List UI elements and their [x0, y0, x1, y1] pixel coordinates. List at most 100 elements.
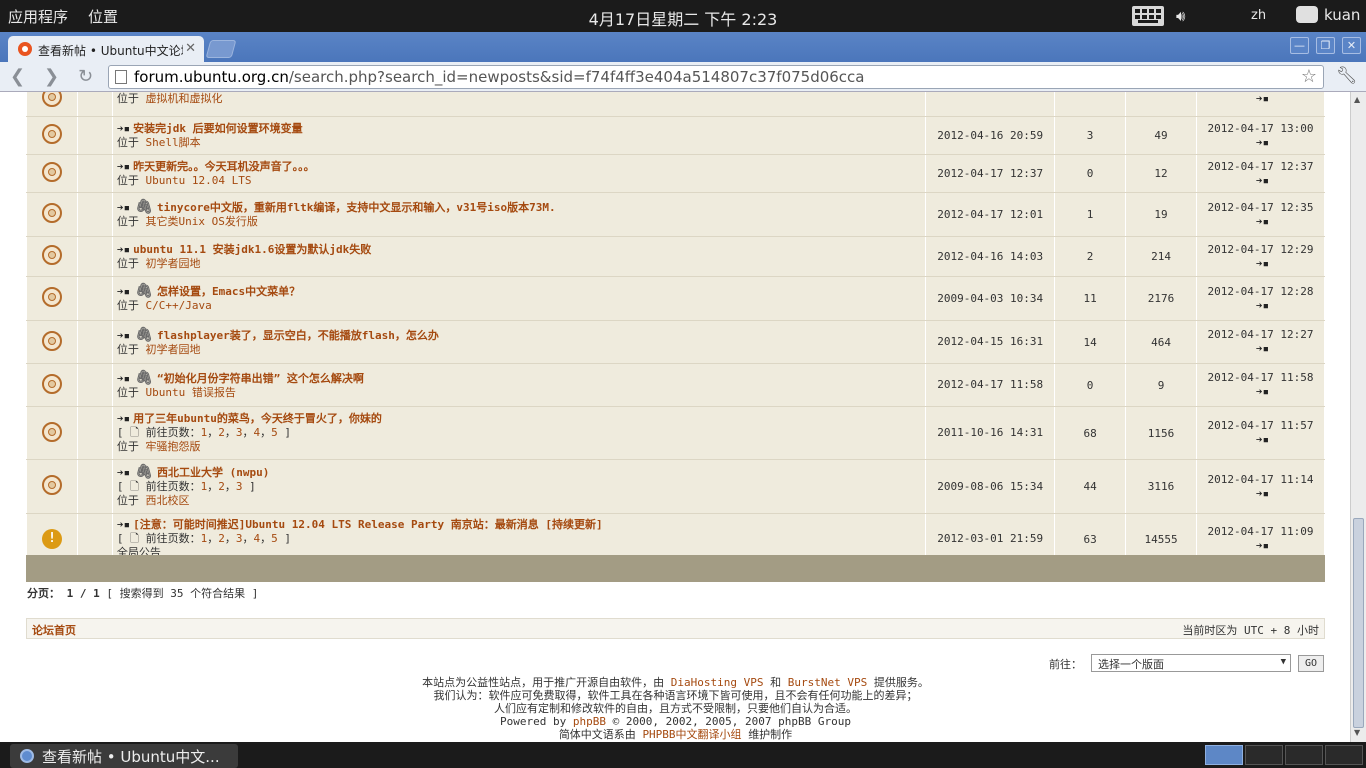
wrench-icon[interactable]: 🔧︎	[1336, 66, 1358, 86]
forum-link[interactable]: 虚拟机和虚拟化	[146, 92, 223, 105]
topic-title-link[interactable]: ubuntu 11.1 安装jdk1.6设置为默认jdk失败	[133, 243, 371, 256]
newest-post-icon[interactable]: ➔▪	[117, 412, 130, 425]
page-link[interactable]: 1	[201, 480, 208, 493]
forum-link[interactable]: 西北校区	[146, 494, 190, 507]
last-post-arrow-icon[interactable]: ➔▪	[1256, 136, 1269, 149]
newest-post-icon[interactable]: ➔▪	[117, 285, 130, 298]
last-post-arrow-icon[interactable]: ➔▪	[1256, 342, 1269, 355]
last-post-arrow-icon[interactable]: ➔▪	[1256, 433, 1269, 446]
new-tab-button[interactable]	[205, 40, 237, 58]
workspace-2[interactable]	[1245, 745, 1283, 765]
newest-post-icon[interactable]: ➔▪	[117, 201, 130, 214]
minimize-icon[interactable]: —	[1290, 37, 1309, 54]
replies-count	[1054, 92, 1127, 117]
last-post-arrow-icon[interactable]: ➔▪	[1256, 299, 1269, 312]
workspace-3[interactable]	[1285, 745, 1323, 765]
page-link[interactable]: 1	[201, 532, 208, 545]
page-link[interactable]: 3	[236, 426, 243, 439]
volume-icon[interactable]: 🔊︎	[1176, 7, 1185, 25]
diahosting-link[interactable]: DiaHosting VPS	[671, 676, 764, 689]
topic-title-link[interactable]: tinycore中文版，重新用fltk编译，支持中文显示和输入，v31号iso版…	[157, 201, 556, 214]
taskbar-window-button[interactable]: 查看新帖 • Ubuntu中文...	[10, 744, 238, 768]
paperclip-icon: 🖇︎	[135, 326, 153, 343]
last-post-arrow-icon[interactable]: ➔▪	[1256, 385, 1269, 398]
newest-post-icon[interactable]: ➔▪	[117, 329, 130, 342]
translation-team-link[interactable]: PHPBB中文翻译小组	[642, 728, 741, 741]
last-post-arrow-icon[interactable]: ➔▪	[1256, 539, 1269, 552]
go-button[interactable]: GO	[1298, 655, 1324, 672]
replies-count: 3	[1054, 116, 1127, 155]
page-link[interactable]: 5	[271, 426, 278, 439]
close-window-icon[interactable]: ✕	[1342, 37, 1361, 54]
newest-post-icon[interactable]: ➔▪	[117, 243, 130, 256]
workspace-4[interactable]	[1325, 745, 1363, 765]
forum-prefix: 位于	[116, 494, 139, 507]
page-link[interactable]: 4	[254, 532, 261, 545]
topic-status-cell	[26, 363, 78, 407]
forum-home-link[interactable]: 论坛首页	[32, 622, 76, 638]
forum-prefix: 位于	[116, 342, 139, 356]
page-link[interactable]: 2	[218, 426, 225, 439]
page-link[interactable]: 4	[254, 426, 261, 439]
page-scrollbar[interactable]: ▲ ▼	[1350, 92, 1366, 742]
newest-post-icon[interactable]: ➔▪	[117, 122, 130, 135]
newest-post-icon[interactable]: ➔▪	[117, 372, 130, 385]
newest-post-icon[interactable]: ➔▪	[117, 518, 130, 531]
topic-title-cell: ➔▪ 昨天更新完。。今天耳机没声音了。。。 位于 Ubuntu 12.04 LTS	[111, 154, 927, 193]
newest-post-icon[interactable]: ➔▪	[117, 466, 130, 479]
forum-link[interactable]: 初学者园地	[146, 343, 201, 356]
page-link[interactable]: 3	[236, 480, 243, 493]
forward-icon[interactable]: ❯	[44, 67, 59, 87]
page-link[interactable]: 2	[218, 480, 225, 493]
places-menu[interactable]: 位置	[88, 6, 118, 27]
maximize-icon[interactable]: ❐	[1316, 37, 1335, 54]
forum-link[interactable]: Ubuntu 12.04 LTS	[146, 174, 252, 187]
topic-title-link[interactable]: “初始化月份字符串出错” 这个怎么解决啊	[157, 372, 364, 385]
topic-title-link[interactable]: 怎样设置，Emacs中文菜单？	[157, 285, 300, 298]
scroll-down-icon[interactable]: ▼	[1354, 728, 1360, 737]
page-link[interactable]: 1	[201, 426, 208, 439]
page-link[interactable]: 2	[218, 532, 225, 545]
forum-link[interactable]: C/C++/Java	[146, 299, 212, 312]
forum-link[interactable]: Ubuntu 错误报告	[146, 386, 236, 399]
scrollbar-thumb[interactable]	[1353, 518, 1364, 728]
last-post-arrow-icon[interactable]: ➔▪	[1256, 215, 1269, 228]
forum-link[interactable]: 牢骚抱怨版	[146, 440, 201, 453]
topic-title-link[interactable]: 西北工业大学 (nwpu)	[157, 466, 269, 479]
keyboard-icon[interactable]	[1132, 6, 1164, 26]
chat-icon[interactable]	[1296, 6, 1318, 23]
page-link[interactable]: 3	[236, 532, 243, 545]
clock[interactable]: 4月17日星期二 下午 2:23	[589, 10, 778, 29]
address-bar[interactable]: forum.ubuntu.org.cn/search.php?search_id…	[108, 65, 1324, 89]
phpbb-link[interactable]: phpBB	[573, 715, 606, 728]
browser-tab[interactable]: 查看新帖 • Ubuntu中文论坛 ✕	[8, 36, 204, 62]
bookmark-star-icon[interactable]: ☆	[1301, 66, 1317, 87]
results-count: [ 搜索得到 35 个符合结果 ]	[106, 587, 259, 600]
forum-link[interactable]: Shell脚本	[146, 136, 201, 149]
last-post-arrow-icon[interactable]: ➔▪	[1256, 92, 1269, 105]
last-post-arrow-icon[interactable]: ➔▪	[1256, 257, 1269, 270]
topic-title-link[interactable]: flashplayer装了，显示空白，不能播放flash，怎么办	[157, 329, 439, 342]
user-menu[interactable]: kuan	[1324, 6, 1360, 24]
input-language[interactable]: zh	[1251, 8, 1266, 23]
topic-title-link[interactable]: [注意：可能时间推迟]Ubuntu 12.04 LTS Release Part…	[133, 518, 602, 531]
last-post-arrow-icon[interactable]: ➔▪	[1256, 487, 1269, 500]
last-post-arrow-icon[interactable]: ➔▪	[1256, 174, 1269, 187]
newest-post-icon[interactable]: ➔▪	[117, 160, 130, 173]
burstnet-link[interactable]: BurstNet VPS	[788, 676, 867, 689]
forum-link[interactable]: 其它类Unix OS发行版	[146, 215, 258, 228]
page-link[interactable]: 5	[271, 532, 278, 545]
applications-menu[interactable]: 应用程序	[8, 6, 68, 27]
topic-title-link[interactable]: 安装完jdk 后要如何设置环境变量	[133, 122, 303, 135]
reload-icon[interactable]: ↻	[78, 67, 93, 87]
scroll-up-icon[interactable]: ▲	[1354, 95, 1360, 104]
workspace-1[interactable]	[1205, 745, 1243, 765]
topic-title-link[interactable]: 用了三年ubuntu的菜鸟，今天终于冒火了，你妹的	[133, 412, 382, 425]
views-count: 3116	[1125, 459, 1198, 514]
topic-title-link[interactable]: 昨天更新完。。今天耳机没声音了。。。	[133, 160, 315, 173]
jump-select[interactable]: 选择一个版面 ▼	[1091, 654, 1291, 672]
close-tab-icon[interactable]: ✕	[185, 41, 196, 56]
back-icon[interactable]: ❮	[10, 67, 25, 87]
forum-link[interactable]: 初学者园地	[146, 257, 201, 270]
taskbar-window-label: 查看新帖 • Ubuntu中文...	[42, 748, 220, 766]
